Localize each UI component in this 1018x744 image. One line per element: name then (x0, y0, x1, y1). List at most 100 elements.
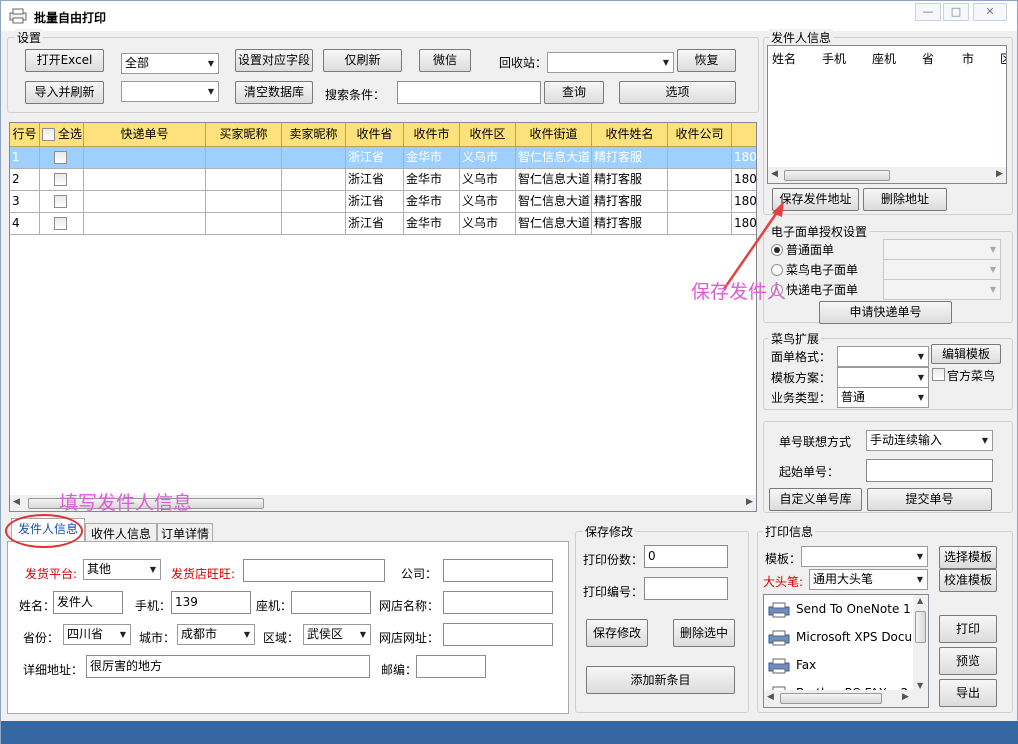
table-cell[interactable]: 义乌市 (460, 191, 516, 213)
row-checkbox[interactable] (54, 195, 67, 208)
table-cell[interactable] (206, 213, 282, 235)
eface-select-1[interactable]: ▼ (883, 239, 1001, 260)
scroll-right-icon[interactable]: ▶ (902, 692, 909, 702)
set-fields-button[interactable]: 设置对应字段 (235, 49, 313, 72)
company-input[interactable] (443, 559, 553, 582)
printer-list-hscroll-thumb[interactable] (780, 693, 882, 704)
print-button[interactable]: 打印 (939, 615, 997, 643)
scheme-select[interactable]: ▼ (837, 367, 929, 388)
query-button[interactable]: 查询 (544, 81, 604, 104)
minimize-button[interactable]: — (915, 3, 941, 21)
wechat-button[interactable]: 微信 (419, 49, 471, 72)
clear-db-button[interactable]: 清空数据库 (235, 81, 313, 104)
print-copies-input[interactable]: 0 (644, 545, 728, 568)
table-cell[interactable]: 2 (10, 169, 40, 191)
scroll-right-icon[interactable]: ▶ (746, 497, 753, 507)
table-cell[interactable]: 浙江省 (346, 169, 404, 191)
sender-list-header-5[interactable]: 区 (1000, 50, 1006, 67)
table-cell[interactable] (282, 169, 346, 191)
grid-header-1[interactable]: 全选 (40, 123, 84, 147)
table-cell[interactable]: 精打客服 (592, 213, 668, 235)
table-cell[interactable] (84, 169, 206, 191)
data-grid[interactable]: ◀ ▶ 行号 全选 快递单号 买家昵称 卖家昵称 收件省 收件市 收件区 收件街道 收件姓名 收件公… (9, 122, 757, 512)
table-cell[interactable]: 义乌市 (460, 147, 516, 169)
eface-select-2[interactable]: ▼ (883, 259, 1001, 280)
scroll-left-icon[interactable]: ◀ (771, 169, 778, 179)
recycle-select[interactable]: ▼ (547, 52, 674, 73)
print-number-input[interactable] (644, 577, 728, 600)
row-checkbox[interactable] (54, 151, 67, 164)
province-select[interactable]: 四川省 ▼ (63, 624, 131, 645)
sender-list-header-3[interactable]: 省 (922, 50, 934, 67)
grid-header-0[interactable]: 行号 (10, 123, 40, 147)
sender-list-scroll-thumb[interactable] (784, 170, 890, 181)
list-item[interactable]: Microsoft XPS Docu (768, 623, 912, 651)
table-cell[interactable]: 智仁信息大道 (516, 147, 592, 169)
scroll-down-icon[interactable]: ▼ (917, 681, 923, 690)
filter-select[interactable]: 全部 ▼ (121, 53, 219, 74)
sender-list-scrollbar[interactable]: ◀ ▶ (768, 167, 1006, 183)
table-cell[interactable] (40, 147, 84, 169)
grid-header-7[interactable]: 收件区 (460, 123, 516, 147)
calibrate-template-button[interactable]: 校准模板 (939, 569, 997, 592)
zip-input[interactable] (416, 655, 486, 678)
shop-url-input[interactable] (443, 623, 553, 646)
save-changes-button[interactable]: 保存修改 (586, 619, 648, 647)
printer-list-scroll-thumb[interactable] (915, 611, 926, 643)
search-input[interactable] (397, 81, 541, 104)
table-cell[interactable] (206, 169, 282, 191)
table-cell[interactable] (84, 213, 206, 235)
printer-list[interactable]: Brother PC-FAX v.2.1FaxMicrosoft XPS Doc… (763, 594, 929, 708)
table-cell[interactable]: 金华市 (404, 169, 460, 191)
grid-header-9[interactable]: 收件姓名 (592, 123, 668, 147)
table-cell[interactable] (84, 147, 206, 169)
delete-address-button[interactable]: 删除地址 (863, 188, 947, 211)
printer-list-vscroll[interactable]: ▲ ▼ (913, 595, 928, 707)
sender-list-header-2[interactable]: 座机 (872, 50, 896, 67)
list-item[interactable]: Fax (768, 651, 816, 679)
table-cell[interactable] (206, 147, 282, 169)
grid-header-11[interactable] (732, 123, 756, 147)
table-cell[interactable]: 智仁信息大道 (516, 191, 592, 213)
city-select[interactable]: 成都市 ▼ (177, 624, 255, 645)
grid-header-2[interactable]: 快递单号 (84, 123, 206, 147)
table-cell[interactable] (668, 147, 732, 169)
select-all-checkbox[interactable] (42, 128, 55, 141)
template-select[interactable]: ▼ (801, 546, 928, 567)
options-button[interactable]: 选项 (619, 81, 736, 104)
grid-header-3[interactable]: 买家昵称 (206, 123, 282, 147)
biz-type-select[interactable]: 普通 ▼ (837, 387, 929, 408)
table-cell[interactable] (84, 191, 206, 213)
grid-header-6[interactable]: 收件市 (404, 123, 460, 147)
scroll-left-icon[interactable]: ◀ (13, 497, 20, 507)
open-excel-button[interactable]: 打开Excel (25, 49, 104, 72)
table-cell[interactable] (668, 169, 732, 191)
maximize-button[interactable]: □ (943, 3, 969, 21)
table-cell[interactable] (40, 169, 84, 191)
official-cainiao-checkbox[interactable] (932, 368, 945, 381)
table-cell[interactable]: 精打客服 (592, 191, 668, 213)
table-cell[interactable] (282, 213, 346, 235)
scroll-left-icon[interactable]: ◀ (767, 692, 774, 702)
format-select[interactable]: ▼ (837, 346, 929, 367)
row-checkbox[interactable] (54, 217, 67, 230)
import-refresh-button[interactable]: 导入并刷新 (25, 81, 104, 104)
custom-number-library-button[interactable]: 自定义单号库 (769, 488, 862, 511)
table-cell[interactable]: 180 (732, 147, 756, 169)
table-cell[interactable]: 精打客服 (592, 147, 668, 169)
export-button[interactable]: 导出 (939, 679, 997, 707)
add-entry-button[interactable]: 添加新条目 (586, 666, 735, 694)
platform-select[interactable]: 其他 ▼ (83, 559, 161, 580)
grid-header-5[interactable]: 收件省 (346, 123, 404, 147)
grid-header-4[interactable]: 卖家昵称 (282, 123, 346, 147)
restore-button[interactable]: 恢复 (677, 49, 736, 72)
grid-header-8[interactable]: 收件街道 (516, 123, 592, 147)
refresh-only-button[interactable]: 仅刷新 (323, 49, 402, 72)
table-cell[interactable]: 义乌市 (460, 169, 516, 191)
edit-template-button[interactable]: 编辑模板 (931, 344, 1001, 364)
row-checkbox[interactable] (54, 173, 67, 186)
table-cell[interactable]: 浙江省 (346, 147, 404, 169)
filter-select-2[interactable]: ▼ (121, 81, 219, 102)
address-input[interactable]: 很厉害的地方 (86, 655, 370, 678)
district-select[interactable]: 武侯区 ▼ (303, 624, 371, 645)
